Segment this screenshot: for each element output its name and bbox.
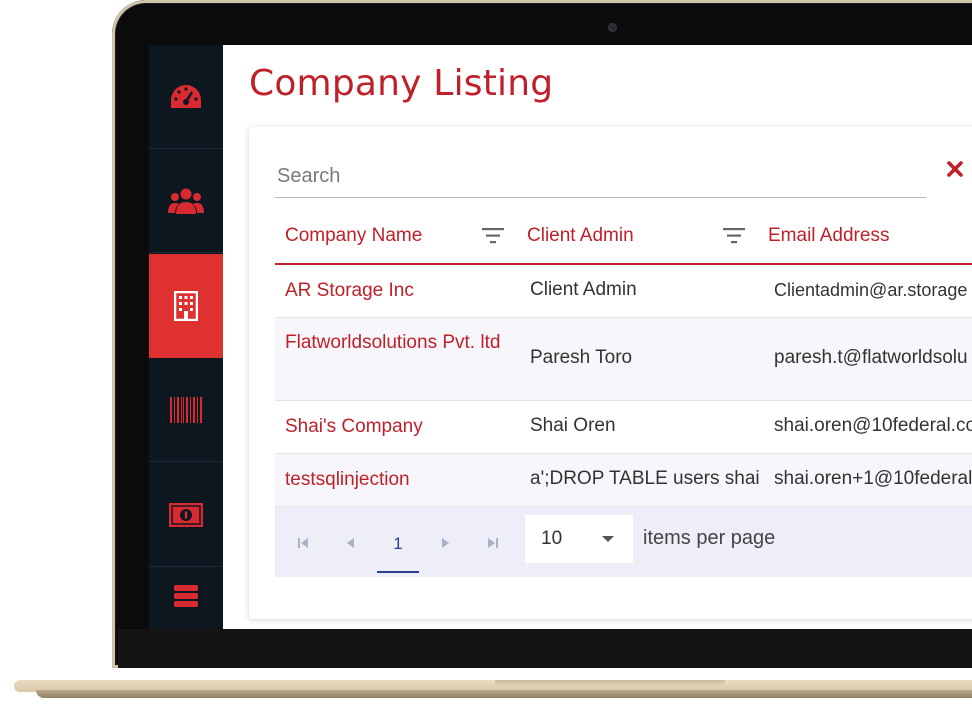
chevron-down-icon xyxy=(602,536,614,542)
page-size-select[interactable]: 10 xyxy=(525,515,633,563)
previous-page-icon xyxy=(347,538,354,548)
page-title: Company Listing xyxy=(249,63,554,104)
column-header-client-admin[interactable]: Client Admin xyxy=(527,225,634,247)
database-icon xyxy=(174,585,198,607)
last-page-button[interactable] xyxy=(485,535,501,551)
money-bill-icon xyxy=(169,502,203,527)
laptop-base xyxy=(0,668,972,705)
company-listing-card: Company Name Client Admin Email Address … xyxy=(249,127,972,619)
cell-company-name[interactable]: Flatworldsolutions Pvt. ltd xyxy=(285,328,510,358)
laptop-base-notch xyxy=(495,680,725,687)
cell-client-admin: a';DROP TABLE users shai xyxy=(530,468,760,489)
cell-email-address: paresh.t@flatworldsolu xyxy=(774,347,968,368)
laptop-base-bottom xyxy=(36,690,972,698)
table-row[interactable]: Flatworldsolutions Pvt. ltd Paresh Toro … xyxy=(275,318,972,401)
first-page-icon xyxy=(298,538,308,548)
main-content: Company Listing Company Name Client Admi… xyxy=(223,45,972,629)
search-field xyxy=(275,155,930,198)
dashboard-gauge-icon xyxy=(171,84,201,108)
pagination-bar: 1 10 items per page xyxy=(275,507,972,577)
clear-search-button[interactable] xyxy=(943,157,967,181)
cell-company-name[interactable]: testsqlinjection xyxy=(285,465,510,495)
page-size-value: 10 xyxy=(541,528,563,549)
cell-email-address: shai.oren+1@10federal.c xyxy=(774,468,972,489)
building-icon xyxy=(174,291,198,321)
column-header-company-name[interactable]: Company Name xyxy=(285,225,422,247)
search-input[interactable] xyxy=(275,155,930,197)
first-page-button[interactable] xyxy=(295,535,311,551)
cell-company-name[interactable]: AR Storage Inc xyxy=(285,276,510,306)
cell-company-name[interactable]: Shai's Company xyxy=(285,412,510,442)
laptop-screen-bezel xyxy=(118,629,972,668)
cell-email-address: Clientadmin@ar.storage xyxy=(774,280,968,300)
cell-client-admin: Client Admin xyxy=(530,279,637,300)
page-number-current[interactable]: 1 xyxy=(377,527,419,573)
company-name-filter-icon[interactable] xyxy=(482,227,504,250)
table-row[interactable]: testsqlinjection a';DROP TABLE users sha… xyxy=(275,454,972,507)
sidebar xyxy=(149,45,223,629)
previous-page-button[interactable] xyxy=(342,535,358,551)
cell-client-admin: Paresh Toro xyxy=(530,347,633,368)
sidebar-item-billing[interactable] xyxy=(149,463,223,567)
sidebar-item-dashboard[interactable] xyxy=(149,45,223,149)
webcam xyxy=(609,24,616,31)
cell-email-address: shai.oren@10federal.co xyxy=(774,415,972,436)
sidebar-item-companies[interactable] xyxy=(149,254,223,358)
app-screen: Company Listing Company Name Client Admi… xyxy=(149,45,972,629)
next-page-button[interactable] xyxy=(438,535,454,551)
table-header: Company Name Client Admin Email Address xyxy=(275,211,972,265)
next-page-icon xyxy=(442,538,449,548)
sidebar-item-barcode[interactable] xyxy=(149,358,223,462)
barcode-icon xyxy=(170,396,202,423)
sidebar-item-database[interactable] xyxy=(149,567,223,629)
items-per-page-label: items per page xyxy=(643,527,776,549)
client-admin-filter-icon[interactable] xyxy=(723,227,745,250)
table-row[interactable]: Shai's Company Shai Oren shai.oren@10fed… xyxy=(275,401,972,454)
cell-client-admin: Shai Oren xyxy=(530,415,616,436)
users-group-icon xyxy=(168,188,204,214)
sidebar-item-users[interactable] xyxy=(149,149,223,253)
close-icon xyxy=(947,161,963,177)
company-table: Company Name Client Admin Email Address … xyxy=(275,211,972,577)
last-page-icon xyxy=(488,538,498,548)
table-row[interactable]: AR Storage Inc Client Admin Clientadmin@… xyxy=(275,265,972,318)
column-header-email-address[interactable]: Email Address xyxy=(768,225,889,247)
